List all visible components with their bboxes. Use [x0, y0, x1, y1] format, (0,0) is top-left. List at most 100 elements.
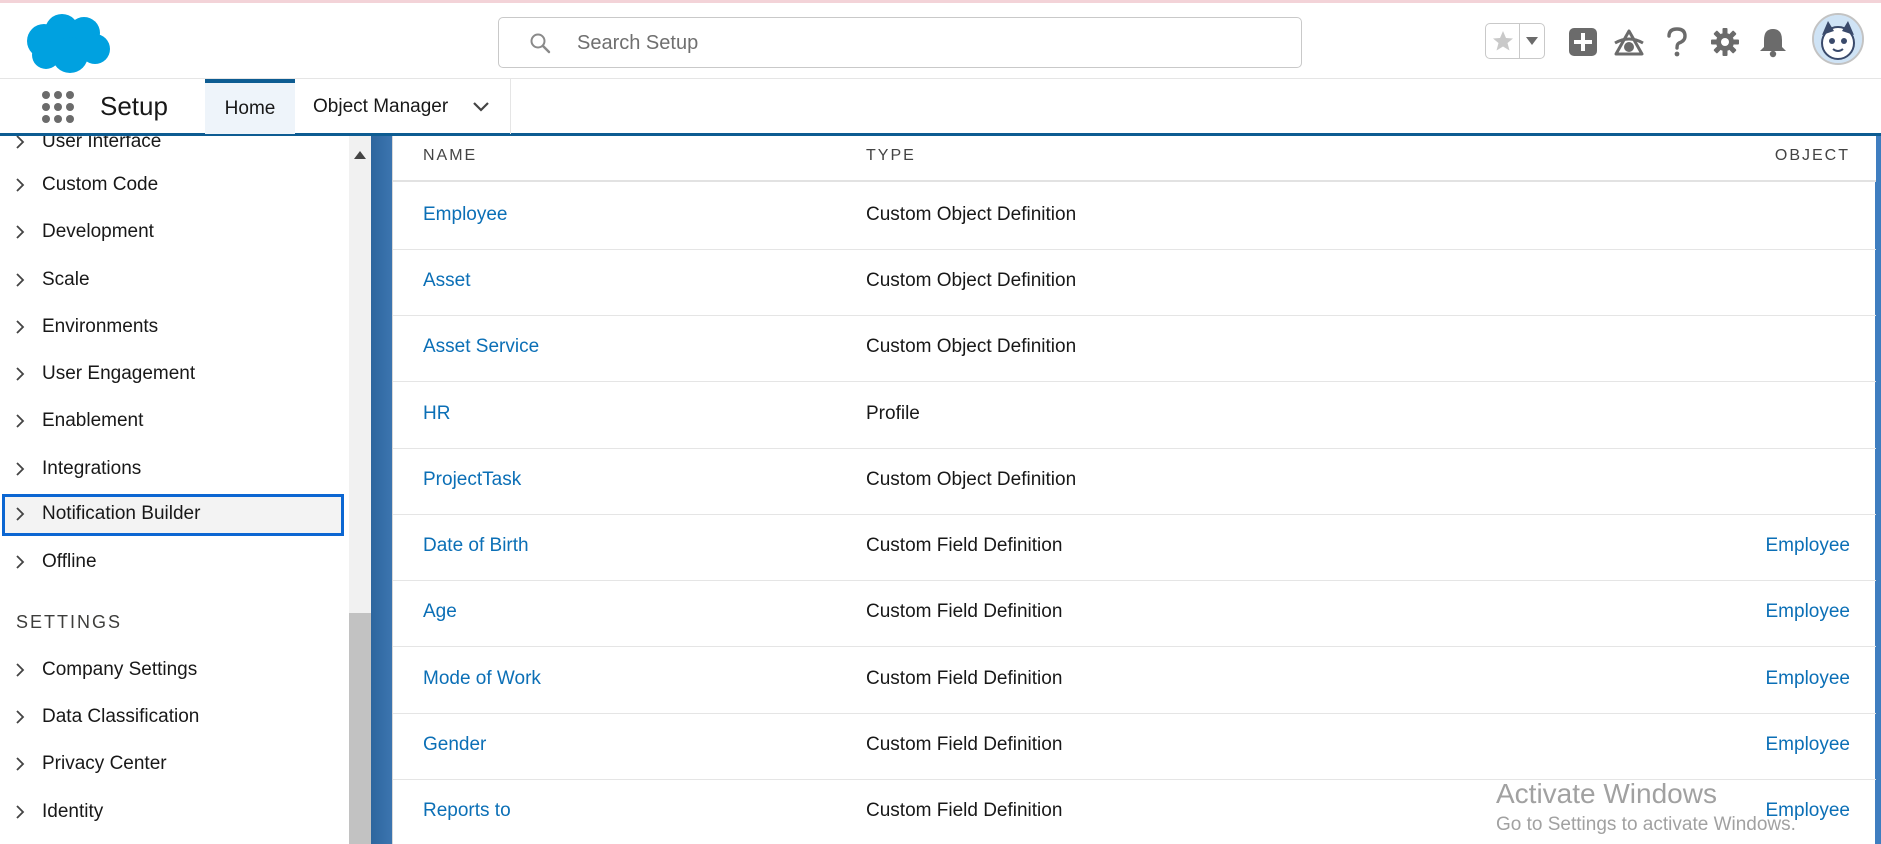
scroll-up-arrow-icon[interactable] — [354, 146, 366, 159]
gear-icon[interactable] — [1708, 25, 1742, 59]
row-name-link[interactable]: Reports to — [423, 800, 511, 822]
sidebar-item-company-settings[interactable]: Company Settings — [0, 648, 349, 692]
row-name-link[interactable]: Age — [423, 601, 457, 623]
chevron-right-icon — [13, 506, 27, 522]
bell-icon[interactable] — [1756, 25, 1790, 59]
sidebar-scrollbar[interactable] — [349, 136, 371, 844]
search-input[interactable] — [577, 28, 1277, 58]
app-nav-bar: Setup Home Object Manager — [0, 78, 1881, 136]
row-type: Custom Field Definition — [866, 601, 1063, 622]
chevron-down-icon[interactable] — [471, 97, 491, 117]
favorites-group — [1485, 23, 1545, 59]
search-results-table: NAME TYPE OBJECT Employee Custom Object … — [392, 136, 1876, 844]
sidebar-item-label: Development — [42, 221, 154, 242]
row-name-link[interactable]: ProjectTask — [423, 469, 521, 491]
add-icon[interactable] — [1566, 25, 1600, 59]
row-object-link[interactable]: Employee — [1766, 668, 1851, 690]
table-row: Age Custom Field Definition Employee — [393, 581, 1876, 647]
sidebar-item-label: Offline — [42, 551, 97, 572]
table-row: Asset Service Custom Object Definition — [393, 316, 1876, 382]
sidebar-item-data-classification[interactable]: Data Classification — [0, 695, 349, 739]
row-object-link[interactable]: Employee — [1766, 800, 1851, 822]
search-icon — [529, 32, 551, 54]
sidebar-item-label: User Interface — [42, 136, 162, 152]
table-row: Date of Birth Custom Field Definition Em… — [393, 515, 1876, 581]
sidebar-item-label: Company Settings — [42, 659, 198, 680]
help-icon[interactable] — [1660, 25, 1694, 59]
star-icon[interactable] — [1486, 24, 1520, 58]
trailhead-icon[interactable] — [1612, 25, 1646, 59]
row-name-link[interactable]: Asset — [423, 270, 471, 292]
row-type: Profile — [866, 403, 920, 424]
chevron-right-icon — [13, 709, 27, 725]
table-header: NAME TYPE OBJECT — [393, 136, 1876, 182]
column-header-object[interactable]: OBJECT — [1775, 147, 1850, 165]
sidebar-item-label: User Engagement — [42, 363, 196, 384]
chevron-right-icon — [13, 413, 27, 429]
app-name: Setup — [100, 91, 168, 121]
search-box[interactable] — [498, 17, 1302, 68]
row-name-link[interactable]: Employee — [423, 204, 508, 226]
row-type: Custom Object Definition — [866, 336, 1077, 357]
chevron-right-icon — [13, 804, 27, 820]
salesforce-logo[interactable] — [20, 11, 112, 75]
row-object-link[interactable]: Employee — [1766, 734, 1851, 756]
sidebar-item-custom-code[interactable]: Custom Code — [0, 163, 349, 207]
row-name-link[interactable]: Gender — [423, 734, 486, 756]
avatar[interactable] — [1812, 13, 1864, 65]
chevron-right-icon — [13, 756, 27, 772]
table-row: Asset Custom Object Definition — [393, 250, 1876, 316]
sidebar-item-label: Identity — [42, 801, 104, 822]
table-row: HR Profile — [393, 383, 1876, 449]
sidebar-item-label: Data Classification — [42, 706, 200, 727]
sidebar-item-environments[interactable]: Environments — [0, 305, 349, 349]
sidebar-item-identity[interactable]: Identity — [0, 790, 349, 834]
table-row: Employee Custom Object Definition — [393, 184, 1876, 250]
chevron-right-icon — [13, 272, 27, 288]
global-header — [0, 0, 1881, 78]
sidebar-item-label: Notification Builder — [42, 503, 201, 524]
sidebar-item-scale[interactable]: Scale — [0, 258, 349, 302]
chevron-right-icon — [13, 224, 27, 240]
table-row: Reports to Custom Field Definition Emplo… — [393, 780, 1876, 844]
tab-home-label: Home — [224, 97, 276, 119]
row-name-link[interactable]: HR — [423, 403, 450, 425]
sidebar-item-user-interface[interactable]: User Interface — [0, 136, 349, 164]
chevron-right-icon — [13, 177, 27, 193]
sidebar-item-offline[interactable]: Offline — [0, 540, 349, 584]
sidebar-item-label: Enablement — [42, 410, 144, 431]
table-row: Gender Custom Field Definition Employee — [393, 714, 1876, 780]
column-header-name[interactable]: NAME — [423, 147, 477, 165]
row-name-link[interactable]: Date of Birth — [423, 535, 529, 557]
sidebar-item-notification-builder[interactable]: Notification Builder — [0, 492, 349, 536]
row-type: Custom Field Definition — [866, 535, 1063, 556]
row-name-link[interactable]: Mode of Work — [423, 668, 541, 690]
row-object-link[interactable]: Employee — [1766, 601, 1851, 623]
chevron-down-icon[interactable] — [1520, 24, 1544, 58]
app-launcher-icon[interactable] — [40, 89, 76, 125]
scrollbar-thumb[interactable] — [349, 613, 371, 844]
sidebar-item-label: Integrations — [42, 458, 142, 479]
tab-home[interactable]: Home — [205, 79, 295, 134]
sidebar-item-label: Scale — [42, 269, 90, 290]
setup-sidebar: User Interface Custom Code Development S… — [0, 136, 349, 844]
chevron-right-icon — [13, 662, 27, 678]
row-type: Custom Object Definition — [866, 469, 1077, 490]
row-type: Custom Field Definition — [866, 800, 1063, 821]
sidebar-item-user-engagement[interactable]: User Engagement — [0, 352, 349, 396]
settings-section-heading: SETTINGS — [16, 612, 123, 632]
row-type: Custom Field Definition — [866, 734, 1063, 755]
row-type: Custom Object Definition — [866, 204, 1077, 225]
sidebar-item-integrations[interactable]: Integrations — [0, 447, 349, 491]
sidebar-item-privacy-center[interactable]: Privacy Center — [0, 742, 349, 786]
sidebar-item-label: Environments — [42, 316, 159, 337]
tab-object-manager[interactable]: Object Manager — [295, 79, 511, 134]
sidebar-item-enablement[interactable]: Enablement — [0, 399, 349, 443]
chevron-right-icon — [13, 554, 27, 570]
column-header-type[interactable]: TYPE — [866, 147, 916, 165]
sidebar-item-development[interactable]: Development — [0, 210, 349, 254]
row-name-link[interactable]: Asset Service — [423, 336, 539, 358]
sidebar-item-label: Custom Code — [42, 174, 159, 195]
row-object-link[interactable]: Employee — [1766, 535, 1851, 557]
tab-object-manager-label: Object Manager — [313, 95, 449, 117]
